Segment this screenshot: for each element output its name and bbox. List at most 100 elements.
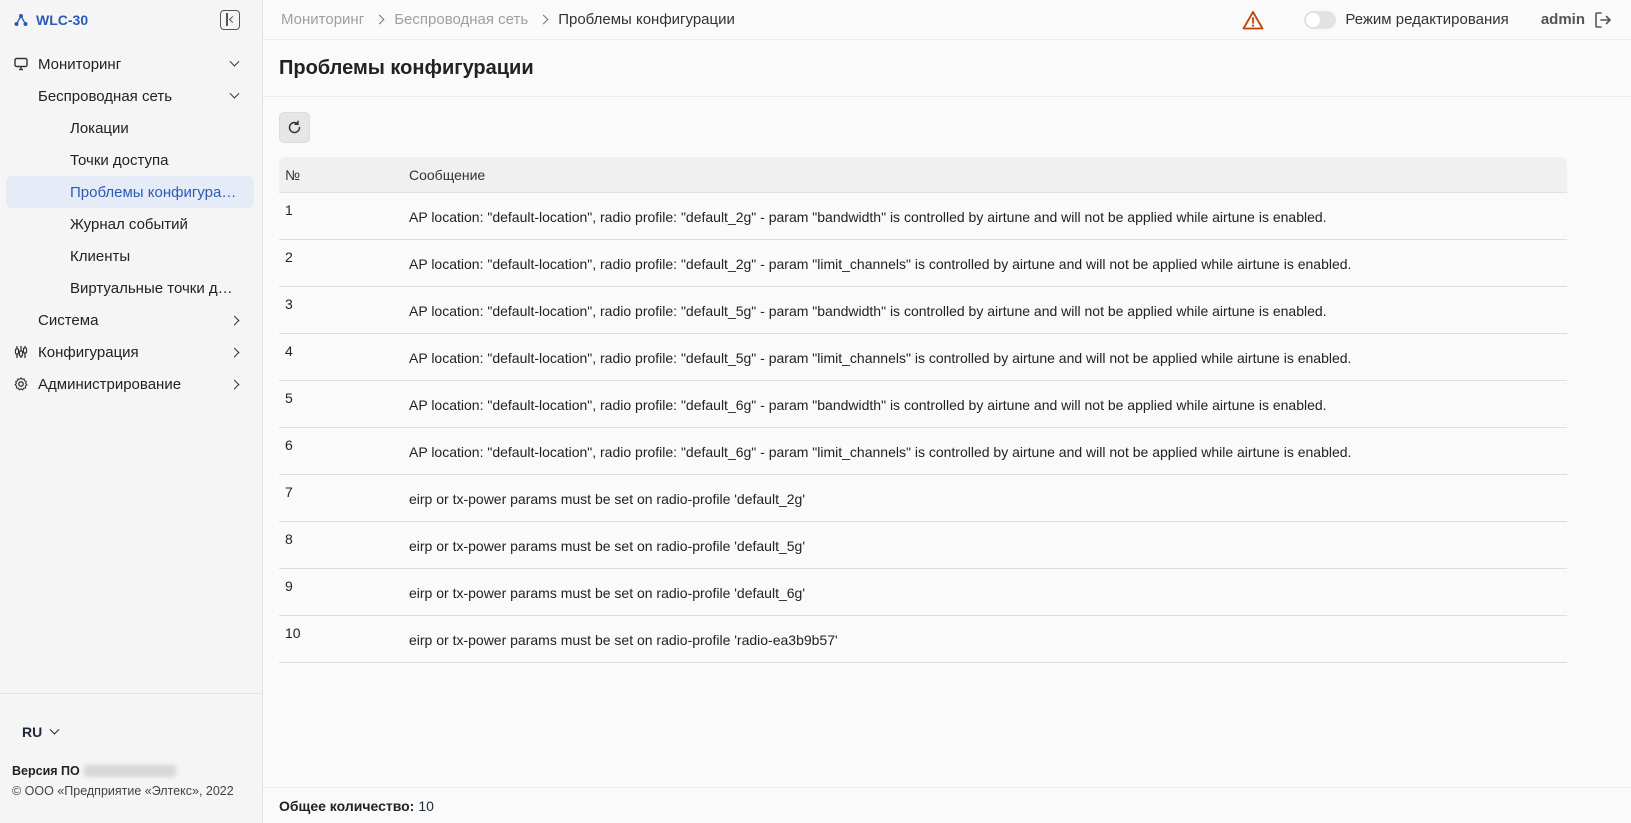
- page-header: Проблемы конфигурации: [263, 40, 1631, 97]
- sidebar-item-system[interactable]: Система: [6, 304, 254, 336]
- software-version: Версия ПО: [12, 764, 250, 778]
- sidebar-nav: Мониторинг Беспроводная сеть Локации Точ…: [0, 40, 262, 400]
- copyright: © ООО «Предприятие «Элтекс», 2022: [12, 784, 234, 798]
- row-message: AP location: "default-location", radio p…: [409, 350, 1352, 366]
- edit-mode-label: Режим редактирования: [1345, 11, 1509, 28]
- sliders-icon: [14, 345, 28, 359]
- table-row[interactable]: 9 eirp or tx-power params must be set on …: [279, 569, 1567, 616]
- main-content: Мониторинг Беспроводная сеть Проблемы ко…: [263, 0, 1631, 823]
- sidebar-item-label: Виртуальные точки дост...: [70, 279, 240, 297]
- sidebar-item-config-problems[interactable]: Проблемы конфигурации: [6, 176, 254, 208]
- row-number: 8: [285, 531, 293, 547]
- sidebar-item-configuration[interactable]: Конфигурация: [6, 336, 254, 368]
- table-header: № Сообщение: [279, 157, 1567, 193]
- version-value-redacted: [83, 765, 176, 777]
- app-name: WLC-30: [36, 12, 89, 28]
- column-header-message[interactable]: Сообщение: [409, 167, 1567, 183]
- app-root: WLC-30 Мониторинг Беспроводная сеть Лока…: [0, 0, 1631, 823]
- row-message: AP location: "default-location", radio p…: [409, 397, 1327, 413]
- sidebar-item-label: Клиенты: [70, 247, 131, 265]
- row-number: 7: [285, 484, 293, 500]
- warning-icon[interactable]: [1242, 10, 1264, 30]
- chevron-right-icon: [374, 15, 384, 25]
- table-row[interactable]: 1 AP location: "default-location", radio …: [279, 193, 1567, 240]
- version-label: Версия ПО: [12, 764, 80, 778]
- language-selector[interactable]: RU: [22, 724, 72, 740]
- chevron-right-icon: [228, 346, 240, 358]
- table-body: 1 AP location: "default-location", radio …: [279, 193, 1567, 663]
- table-footer: Общее количество: 10: [263, 787, 1631, 823]
- total-count-value: 10: [418, 797, 434, 814]
- row-message: eirp or tx-power params must be set on r…: [409, 585, 805, 601]
- user-name[interactable]: admin: [1541, 11, 1585, 28]
- row-message: AP location: "default-location", radio p…: [409, 209, 1327, 225]
- chevron-down-icon: [228, 58, 240, 70]
- breadcrumb-wireless[interactable]: Беспроводная сеть: [394, 11, 528, 28]
- row-message: eirp or tx-power params must be set on r…: [409, 632, 838, 648]
- edit-mode-toggle[interactable]: [1304, 10, 1337, 29]
- row-number: 9: [285, 578, 293, 594]
- logout-icon[interactable]: [1593, 10, 1613, 30]
- sidebar-item-event-log[interactable]: Журнал событий: [6, 208, 254, 240]
- chevron-right-icon: [228, 314, 240, 326]
- table-row[interactable]: 4 AP location: "default-location", radio …: [279, 334, 1567, 381]
- row-number: 2: [285, 249, 293, 265]
- topbar-actions: Режим редактирования admin: [1242, 10, 1613, 30]
- table-row[interactable]: 7 eirp or tx-power params must be set on …: [279, 475, 1567, 522]
- chevron-down-icon: [228, 90, 240, 102]
- sidebar-item-label: Проблемы конфигурации: [70, 183, 240, 201]
- sidebar-item-label: Журнал событий: [70, 215, 188, 233]
- breadcrumb-monitoring[interactable]: Мониторинг: [281, 11, 364, 28]
- sidebar-item-locations[interactable]: Локации: [6, 112, 254, 144]
- language-value: RU: [22, 724, 43, 740]
- chevron-right-icon: [228, 378, 240, 390]
- brand-bar: WLC-30: [0, 0, 262, 40]
- content-area: № Сообщение 1 AP location: "default-locat…: [263, 97, 1631, 663]
- sidebar: WLC-30 Мониторинг Беспроводная сеть Лока…: [0, 0, 263, 823]
- sidebar-item-monitoring[interactable]: Мониторинг: [6, 48, 254, 80]
- sidebar-item-label: Локации: [70, 119, 129, 137]
- row-number: 5: [285, 390, 293, 406]
- collapse-sidebar-icon[interactable]: [220, 10, 240, 30]
- row-number: 3: [285, 296, 293, 312]
- problems-table: № Сообщение 1 AP location: "default-locat…: [279, 157, 1567, 663]
- topbar: Мониторинг Беспроводная сеть Проблемы ко…: [263, 0, 1631, 40]
- breadcrumb: Мониторинг Беспроводная сеть Проблемы ко…: [281, 11, 735, 28]
- sidebar-item-administration[interactable]: Администрирование: [6, 368, 254, 400]
- sidebar-item-label: Мониторинг: [38, 55, 122, 73]
- row-number: 6: [285, 437, 293, 453]
- table-row[interactable]: 10 eirp or tx-power params must be set on…: [279, 616, 1567, 663]
- table-row[interactable]: 6 AP location: "default-location", radio …: [279, 428, 1567, 475]
- sidebar-item-label: Конфигурация: [38, 343, 139, 361]
- brand-logo[interactable]: WLC-30: [14, 12, 88, 28]
- refresh-icon: [288, 120, 301, 134]
- sidebar-item-wireless[interactable]: Беспроводная сеть: [6, 80, 254, 112]
- sidebar-item-label: Система: [38, 311, 99, 329]
- table-row[interactable]: 3 AP location: "default-location", radio …: [279, 287, 1567, 334]
- row-message: eirp or tx-power params must be set on r…: [409, 538, 805, 554]
- sidebar-item-access-points[interactable]: Точки доступа: [6, 144, 254, 176]
- chevron-down-icon: [48, 726, 60, 738]
- sidebar-item-label: Точки доступа: [70, 151, 169, 169]
- sidebar-item-label: Администрирование: [38, 375, 182, 393]
- column-header-number[interactable]: №: [279, 167, 409, 183]
- row-number: 4: [285, 343, 293, 359]
- table-row[interactable]: 8 eirp or tx-power params must be set on …: [279, 522, 1567, 569]
- table-row[interactable]: 2 AP location: "default-location", radio …: [279, 240, 1567, 287]
- row-number: 1: [285, 202, 293, 218]
- row-number: 10: [285, 625, 301, 641]
- sidebar-item-clients[interactable]: Клиенты: [6, 240, 254, 272]
- table-row[interactable]: 5 AP location: "default-location", radio …: [279, 381, 1567, 428]
- sidebar-item-label: Беспроводная сеть: [38, 87, 173, 105]
- row-message: AP location: "default-location", radio p…: [409, 256, 1352, 272]
- refresh-button[interactable]: [279, 112, 310, 143]
- total-count-label: Общее количество:: [279, 797, 415, 814]
- network-logo-icon: [14, 14, 28, 26]
- sidebar-footer: RU Версия ПО © ООО «Предприятие «Элтекс»…: [0, 693, 262, 823]
- breadcrumb-current: Проблемы конфигурации: [558, 11, 735, 28]
- row-message: AP location: "default-location", radio p…: [409, 444, 1352, 460]
- row-message: AP location: "default-location", radio p…: [409, 303, 1327, 319]
- page-title: Проблемы конфигурации: [279, 56, 534, 79]
- sidebar-item-virtual-aps[interactable]: Виртуальные точки дост...: [6, 272, 254, 304]
- gear-icon: [14, 377, 28, 391]
